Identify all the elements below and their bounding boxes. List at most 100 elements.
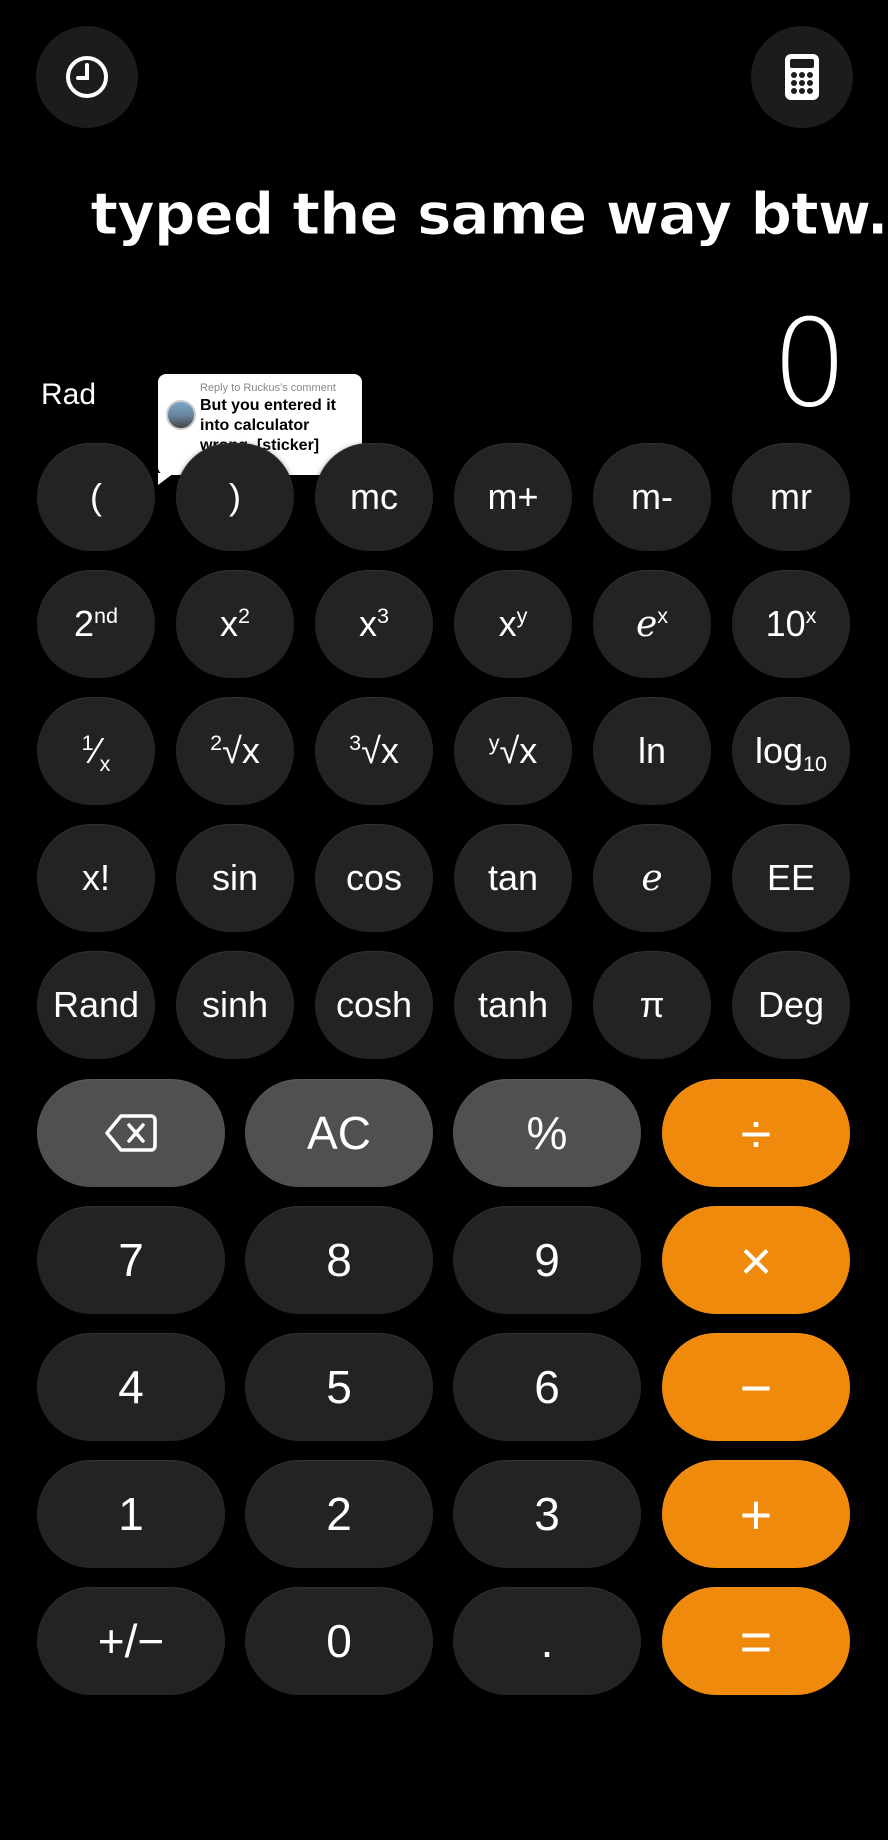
ee-button[interactable]: EE bbox=[732, 824, 850, 932]
e-power-x-button[interactable]: ex bbox=[593, 570, 711, 678]
clock-icon bbox=[66, 56, 108, 98]
digit-0-button[interactable]: 0 bbox=[245, 1587, 433, 1695]
ln-button[interactable]: ln bbox=[593, 697, 711, 805]
digit-3-label: 3 bbox=[534, 1488, 560, 1540]
cosh-label: cosh bbox=[335, 984, 413, 1025]
tanh-button[interactable]: tanh bbox=[454, 951, 572, 1059]
digit-0-label: 0 bbox=[326, 1615, 352, 1667]
equals-label: = bbox=[739, 1609, 773, 1673]
backspace-button[interactable] bbox=[37, 1079, 225, 1187]
ten-power-x-button[interactable]: 10x bbox=[732, 570, 850, 678]
tanh-label: tanh bbox=[477, 984, 549, 1025]
e-constant-label: e bbox=[641, 857, 663, 899]
cube-root-button[interactable]: 3√x bbox=[315, 697, 433, 805]
m-plus-label: m+ bbox=[487, 476, 539, 517]
angle-mode-label: Rad bbox=[41, 378, 97, 411]
rand-label: Rand bbox=[52, 984, 140, 1025]
mc-button[interactable]: mc bbox=[315, 443, 433, 551]
digit-4-button[interactable]: 4 bbox=[37, 1333, 225, 1441]
cosh-button[interactable]: cosh bbox=[315, 951, 433, 1059]
deg-label: Deg bbox=[757, 984, 825, 1025]
x-squared-button[interactable]: x2 bbox=[176, 570, 294, 678]
avatar bbox=[166, 400, 196, 430]
tan-button[interactable]: tan bbox=[454, 824, 572, 932]
open-paren-button[interactable]: ( bbox=[37, 443, 155, 551]
digit-5-button[interactable]: 5 bbox=[245, 1333, 433, 1441]
add-label: + bbox=[739, 1482, 773, 1546]
e-power-x-label: ex bbox=[635, 603, 669, 645]
equals-button[interactable]: = bbox=[662, 1587, 850, 1695]
x-power-y-button[interactable]: xy bbox=[454, 570, 572, 678]
multiply-button[interactable]: × bbox=[662, 1206, 850, 1314]
pi-label: π bbox=[639, 984, 665, 1025]
deg-button[interactable]: Deg bbox=[732, 951, 850, 1059]
mc-label: mc bbox=[350, 476, 398, 517]
subtract-button[interactable]: − bbox=[662, 1333, 850, 1441]
digit-7-label: 7 bbox=[118, 1234, 144, 1286]
video-caption: typed the same way btw. bbox=[90, 180, 888, 249]
sign-toggle-label: +/− bbox=[97, 1615, 165, 1667]
x-power-y-label: xy bbox=[498, 603, 528, 644]
digit-4-label: 4 bbox=[118, 1361, 144, 1413]
reciprocal-button[interactable]: 1⁄x bbox=[37, 697, 155, 805]
digit-9-button[interactable]: 9 bbox=[453, 1206, 641, 1314]
digit-3-button[interactable]: 3 bbox=[453, 1460, 641, 1568]
sin-button[interactable]: sin bbox=[176, 824, 294, 932]
reply-label: Reply to Ruckus's comment bbox=[200, 382, 336, 394]
second-button[interactable]: 2nd bbox=[37, 570, 155, 678]
history-button[interactable] bbox=[36, 26, 138, 128]
mr-button[interactable]: mr bbox=[732, 443, 850, 551]
cos-button[interactable]: cos bbox=[315, 824, 433, 932]
open-paren-label: ( bbox=[90, 476, 102, 517]
y-root-button[interactable]: y√x bbox=[454, 697, 572, 805]
m-plus-button[interactable]: m+ bbox=[454, 443, 572, 551]
reciprocal-label: 1⁄x bbox=[81, 730, 111, 777]
add-button[interactable]: + bbox=[662, 1460, 850, 1568]
calculator-icon bbox=[785, 54, 819, 100]
cube-root-label: 3√x bbox=[349, 730, 399, 771]
sinh-label: sinh bbox=[201, 984, 269, 1025]
e-constant-button[interactable]: e bbox=[593, 824, 711, 932]
log10-button[interactable]: log10 bbox=[732, 697, 850, 805]
digit-8-label: 8 bbox=[326, 1234, 352, 1286]
sinh-button[interactable]: sinh bbox=[176, 951, 294, 1059]
digit-7-button[interactable]: 7 bbox=[37, 1206, 225, 1314]
pi-button[interactable]: π bbox=[593, 951, 711, 1059]
x-cubed-label: x3 bbox=[358, 603, 389, 644]
m-minus-label: m- bbox=[631, 476, 673, 517]
y-root-label: y√x bbox=[488, 730, 538, 771]
ln-label: ln bbox=[637, 730, 667, 771]
all-clear-button[interactable]: AC bbox=[245, 1079, 433, 1187]
cos-label: cos bbox=[345, 857, 403, 898]
backspace-icon bbox=[105, 1114, 157, 1152]
digit-1-button[interactable]: 1 bbox=[37, 1460, 225, 1568]
factorial-label: x! bbox=[81, 857, 110, 898]
calculator-mode-button[interactable] bbox=[751, 26, 853, 128]
digit-2-button[interactable]: 2 bbox=[245, 1460, 433, 1568]
rand-button[interactable]: Rand bbox=[37, 951, 155, 1059]
factorial-button[interactable]: x! bbox=[37, 824, 155, 932]
percent-button[interactable]: % bbox=[453, 1079, 641, 1187]
close-paren-label: ) bbox=[229, 476, 241, 517]
divide-button[interactable]: ÷ bbox=[662, 1079, 850, 1187]
digit-5-label: 5 bbox=[326, 1361, 352, 1413]
digit-8-button[interactable]: 8 bbox=[245, 1206, 433, 1314]
sign-toggle-button[interactable]: +/− bbox=[37, 1587, 225, 1695]
close-paren-button[interactable]: ) bbox=[176, 443, 294, 551]
tan-label: tan bbox=[487, 857, 539, 898]
square-root-button[interactable]: 2√x bbox=[176, 697, 294, 805]
digit-2-label: 2 bbox=[326, 1488, 352, 1540]
x-cubed-button[interactable]: x3 bbox=[315, 570, 433, 678]
second-label: 2nd bbox=[73, 603, 119, 644]
subtract-label: − bbox=[739, 1355, 773, 1419]
decimal-button[interactable]: . bbox=[453, 1587, 641, 1695]
multiply-label: × bbox=[739, 1228, 773, 1292]
m-minus-button[interactable]: m- bbox=[593, 443, 711, 551]
digit-1-label: 1 bbox=[118, 1488, 144, 1540]
display-value: 0 bbox=[771, 295, 848, 434]
mr-label: mr bbox=[770, 476, 812, 517]
digit-6-button[interactable]: 6 bbox=[453, 1333, 641, 1441]
all-clear-label: AC bbox=[307, 1107, 371, 1159]
x-squared-label: x2 bbox=[219, 603, 250, 644]
percent-label: % bbox=[526, 1107, 568, 1159]
